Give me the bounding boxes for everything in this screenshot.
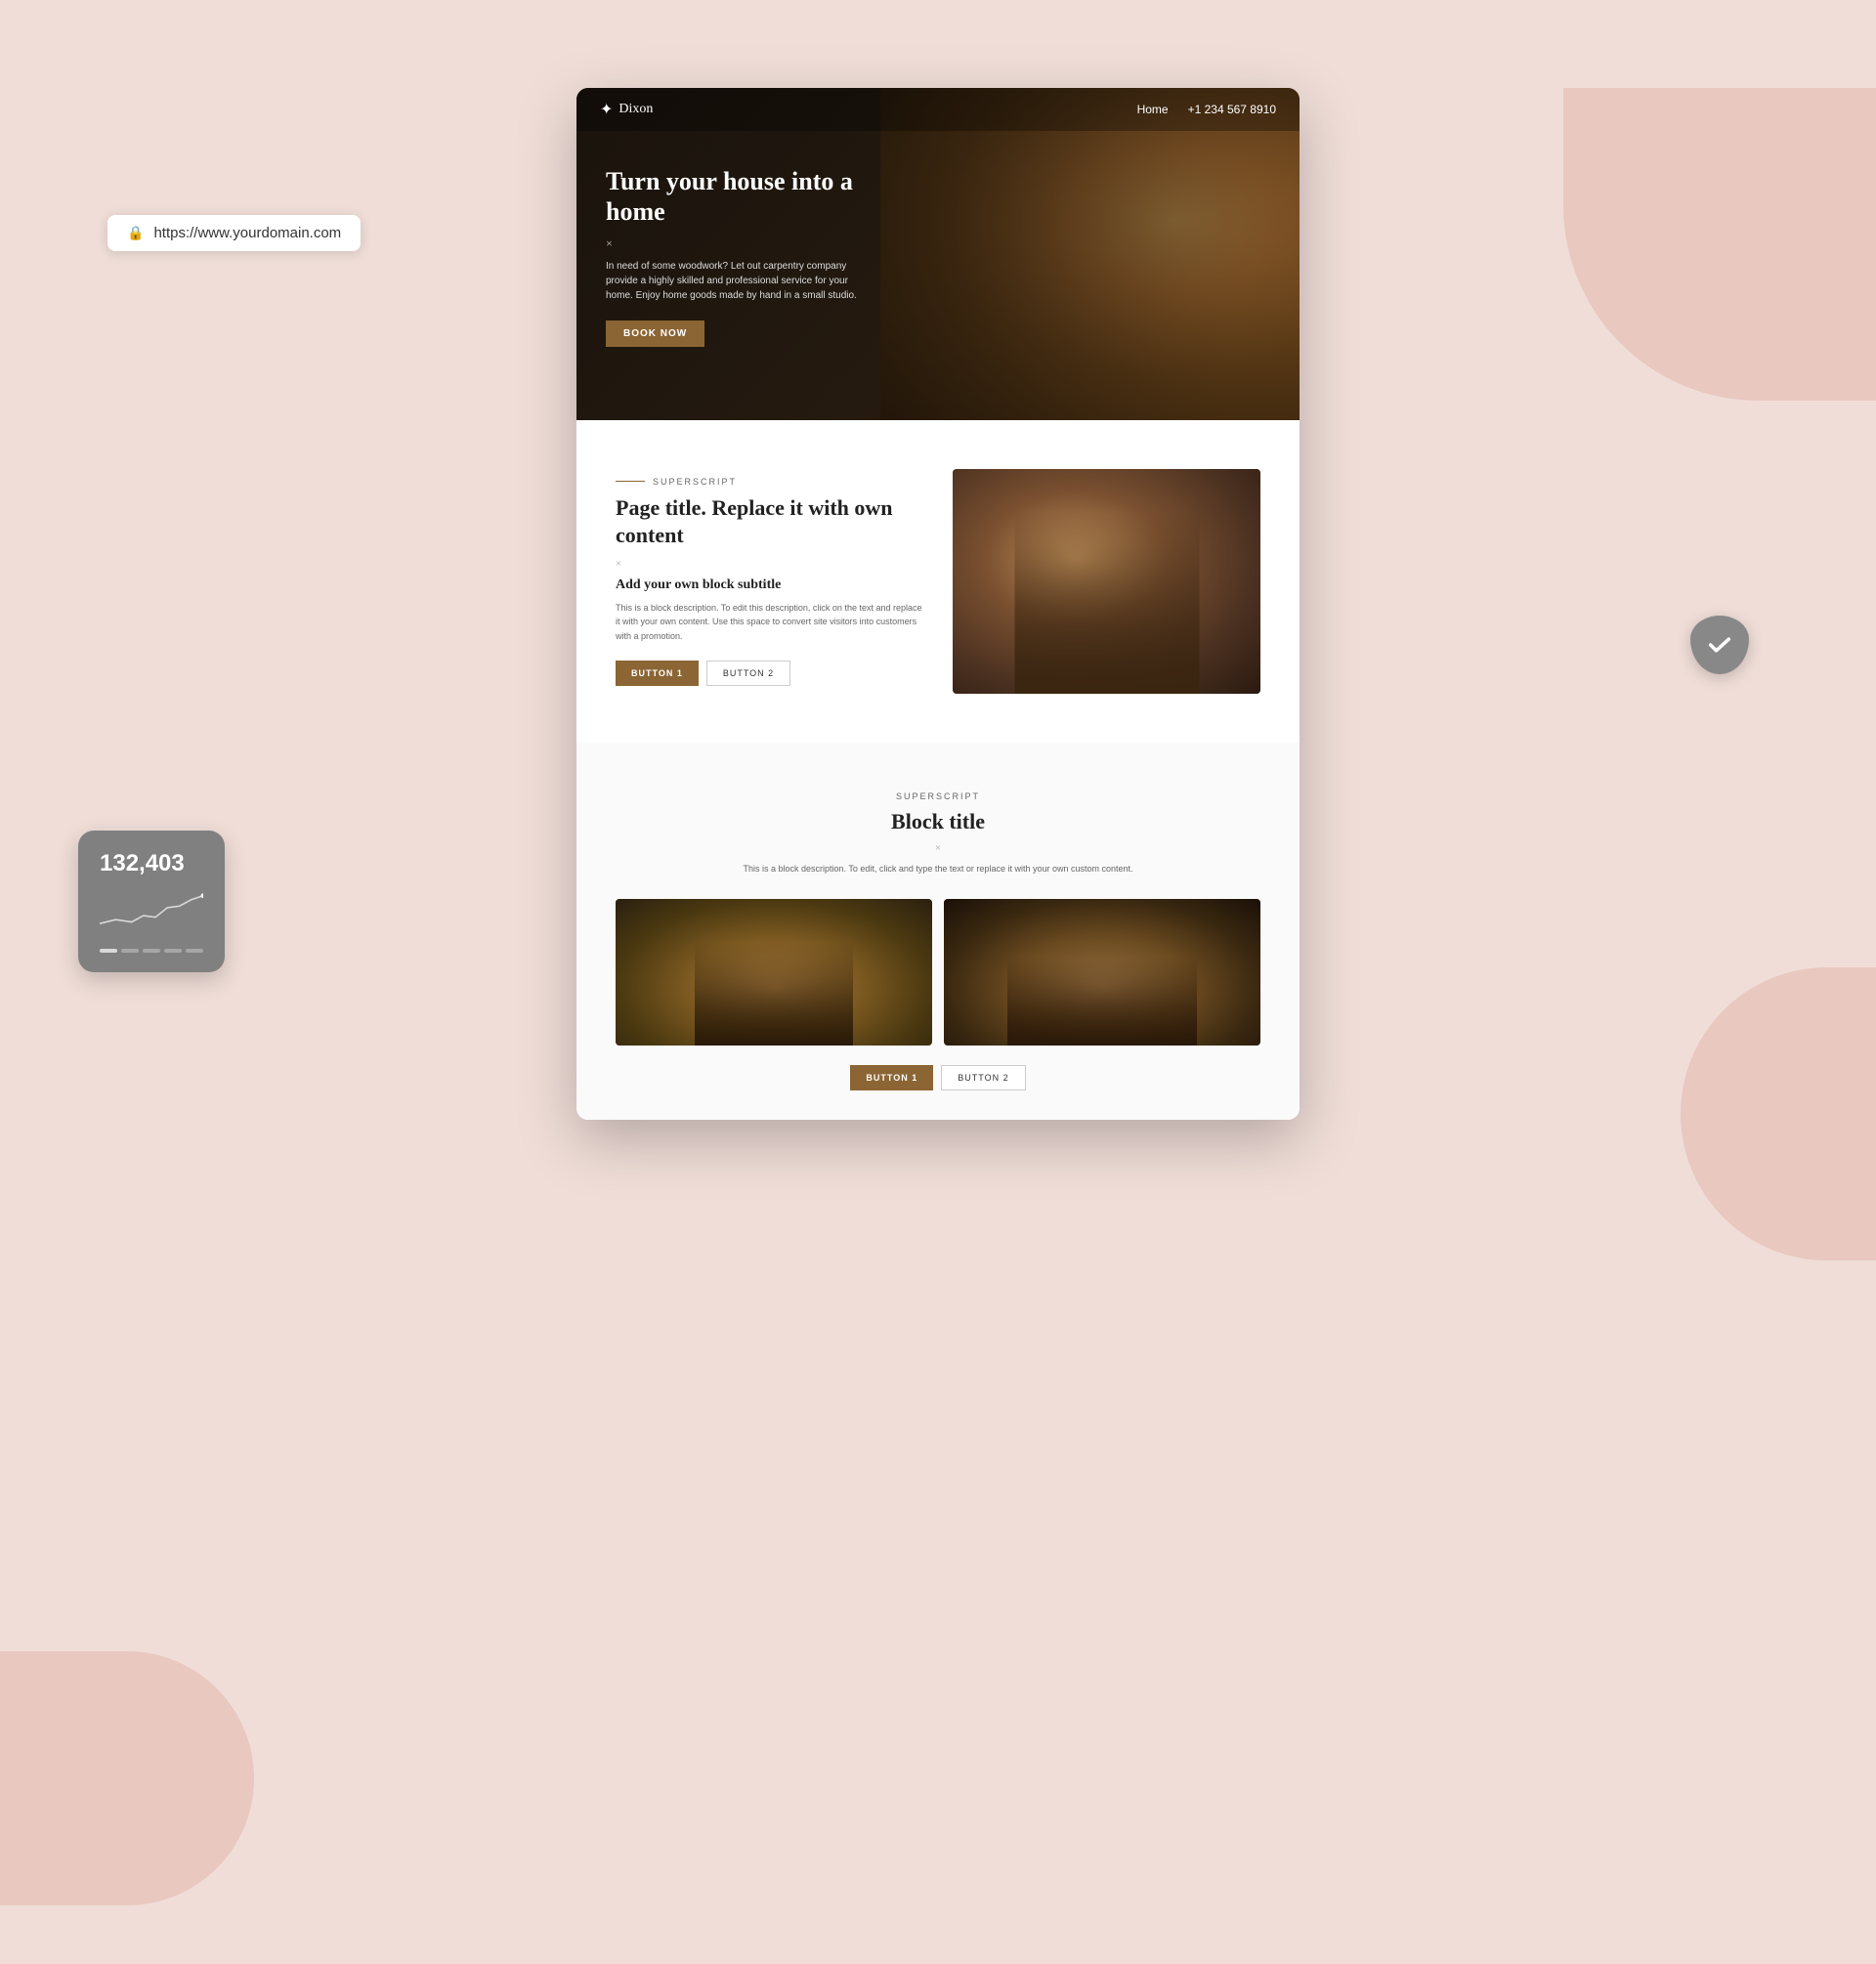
section1-description: This is a block description. To edit thi… xyxy=(616,601,923,643)
superscript-line-decoration xyxy=(616,481,645,482)
section1-x: × xyxy=(616,558,923,570)
grid-image-1 xyxy=(616,899,932,1046)
section-left: SUPERSCRIPT Page title. Replace it with … xyxy=(616,477,953,686)
stats-widget: 132,403 xyxy=(78,831,225,972)
book-now-button[interactable]: BOOK NOW xyxy=(606,320,704,347)
bg-decoration-top-right xyxy=(1563,88,1876,401)
stats-chart xyxy=(100,887,203,936)
block-title: Block title xyxy=(616,809,1260,834)
image-grid xyxy=(616,899,1260,1046)
hero-x-symbol: × xyxy=(606,236,860,251)
grid-image-2 xyxy=(944,899,1260,1046)
site-nav: ✦ Dixon Home +1 234 567 8910 xyxy=(576,88,1300,131)
nav-link-home[interactable]: Home xyxy=(1137,103,1169,116)
section-two-col: SUPERSCRIPT Page title. Replace it with … xyxy=(576,420,1300,743)
section1-image xyxy=(953,469,1260,694)
section-centered: SUPERSCRIPT Block title × This is a bloc… xyxy=(576,743,1300,1120)
bg-decoration-mid-right xyxy=(1681,967,1876,1260)
lock-icon: 🔒 xyxy=(127,225,144,241)
superscript-center: SUPERSCRIPT xyxy=(616,791,1260,801)
superscript-text-1: SUPERSCRIPT xyxy=(653,477,737,487)
superscript-text-2: SUPERSCRIPT xyxy=(896,791,980,801)
section1-button2[interactable]: BUTTON 2 xyxy=(706,661,790,686)
stats-dot-4 xyxy=(164,949,182,953)
website-content: ✦ Dixon Home +1 234 567 8910 Turn your h… xyxy=(576,88,1300,1120)
url-bar: 🔒 https://www.yourdomain.com xyxy=(107,215,361,251)
url-text: https://www.yourdomain.com xyxy=(153,225,341,241)
stats-dot-5 xyxy=(186,949,203,953)
section2-button2[interactable]: BUTTON 2 xyxy=(941,1065,1025,1090)
section2-btn-group: BUTTON 1 BUTTON 2 xyxy=(616,1065,1260,1090)
hero-content: Turn your house into a home × In need of… xyxy=(576,88,889,376)
nav-links: Home +1 234 567 8910 xyxy=(1137,103,1276,116)
nav-link-phone[interactable]: +1 234 567 8910 xyxy=(1188,103,1276,116)
hero-title: Turn your house into a home xyxy=(606,166,860,227)
section1-button1[interactable]: BUTTON 1 xyxy=(616,661,699,686)
superscript-line-1: SUPERSCRIPT xyxy=(616,477,923,487)
hero-section: ✦ Dixon Home +1 234 567 8910 Turn your h… xyxy=(576,88,1300,420)
section2-button1[interactable]: BUTTON 1 xyxy=(850,1065,933,1090)
section1-btn-group: BUTTON 1 BUTTON 2 xyxy=(616,661,923,686)
stats-dot-3 xyxy=(143,949,160,953)
stats-dots xyxy=(100,949,203,953)
section1-title: Page title. Replace it with own content xyxy=(616,494,923,550)
section1-subtitle: Add your own block subtitle xyxy=(616,577,923,593)
logo-icon: ✦ xyxy=(600,100,613,119)
browser-window: ✦ Dixon Home +1 234 567 8910 Turn your h… xyxy=(576,88,1300,1120)
stats-dot-1 xyxy=(100,949,117,953)
nav-logo-text: Dixon xyxy=(618,102,653,117)
stats-number: 132,403 xyxy=(100,850,203,877)
check-icon xyxy=(1706,631,1733,659)
nav-logo: ✦ Dixon xyxy=(600,100,653,119)
check-badge xyxy=(1690,616,1749,674)
block-description: This is a block description. To edit, cl… xyxy=(616,862,1260,875)
bg-decoration-bottom-left xyxy=(0,1651,254,1905)
section-right xyxy=(953,469,1260,694)
block-x: × xyxy=(616,842,1260,854)
hero-description: In need of some woodwork? Let out carpen… xyxy=(606,259,860,303)
stats-dot-2 xyxy=(121,949,139,953)
